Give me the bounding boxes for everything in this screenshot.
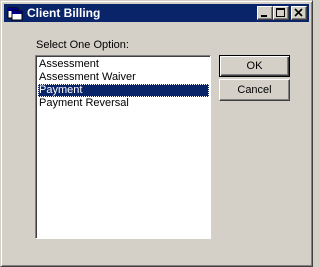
window-title: Client Billing	[27, 6, 101, 20]
app-window-icon[interactable]	[7, 5, 23, 21]
cancel-button[interactable]: Cancel	[219, 79, 290, 101]
ok-button[interactable]: OK	[219, 55, 290, 77]
minimize-button[interactable]	[257, 6, 273, 20]
list-item-payment[interactable]: Payment	[38, 84, 209, 97]
close-icon	[294, 8, 303, 17]
title-bar[interactable]: Client Billing	[4, 4, 309, 22]
maximize-button[interactable]	[273, 6, 289, 20]
minimize-icon	[261, 15, 267, 17]
close-button[interactable]	[291, 6, 307, 20]
options-listbox[interactable]: Assessment Assessment Waiver Payment Pay…	[35, 55, 211, 239]
list-item-assessment-waiver[interactable]: Assessment Waiver	[38, 71, 209, 84]
client-billing-window: Client Billing Select One Option: Assess…	[0, 0, 313, 267]
select-option-label: Select One Option:	[36, 39, 129, 51]
maximize-icon	[276, 8, 285, 17]
list-item-assessment[interactable]: Assessment	[38, 58, 209, 71]
list-item-payment-reversal[interactable]: Payment Reversal	[38, 97, 209, 110]
